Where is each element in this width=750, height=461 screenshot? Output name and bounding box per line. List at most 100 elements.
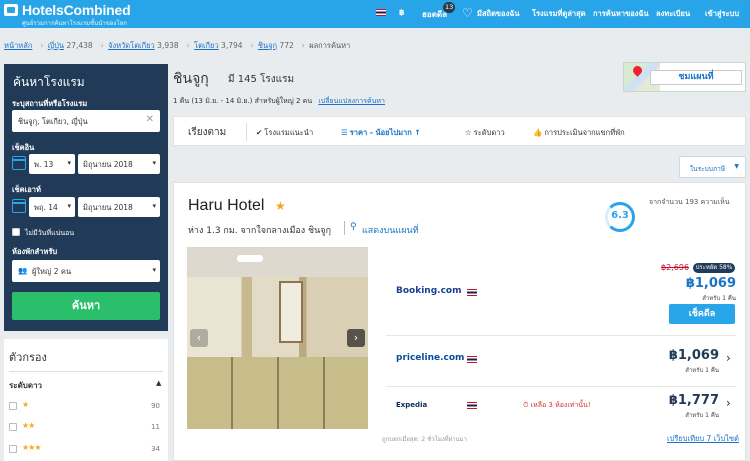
no-dates-checkbox[interactable] — [12, 228, 20, 236]
star-icon: ★★★ — [22, 443, 41, 452]
logo-icon[interactable] — [4, 4, 18, 16]
view-map-button[interactable]: ชมแผนที่ — [623, 62, 746, 92]
star-icon: ★ — [22, 400, 29, 409]
heart-icon[interactable]: ♡ — [462, 6, 473, 20]
filter-count: 11 — [151, 423, 160, 431]
breadcrumb-link[interactable]: ชินจูกุ — [258, 41, 277, 50]
filter-checkbox[interactable] — [9, 402, 17, 410]
checkin-label: เช็คอิน — [12, 143, 35, 152]
sort-stars[interactable]: ☆ ระดับดาว — [465, 127, 505, 139]
sort-icon: ☰ — [341, 128, 348, 137]
vendor-logo: Expedia — [396, 401, 428, 409]
arrow-up-icon: ↑ — [414, 128, 421, 137]
map-pin-icon[interactable]: ⚲ — [350, 222, 357, 232]
chevron-right-icon[interactable]: › — [726, 351, 731, 365]
sort-guest-rating[interactable]: 👍 การประเมินจากแขกที่พัก — [533, 127, 625, 139]
checkout-label: เช็คเอาท์ — [12, 185, 41, 194]
sort-label: เรียงตาม — [188, 127, 227, 138]
filter-count: 90 — [151, 402, 160, 410]
sort-recommended[interactable]: ✔ โรงแรมแนะนำ — [256, 127, 313, 139]
breadcrumb-count: 3,938 — [157, 41, 179, 50]
chevron-down-icon: ▾ — [67, 202, 71, 210]
register-link[interactable]: ลงทะเบียน — [656, 8, 690, 20]
destination-label: ระบุสถานที่หรือโรงแรม — [12, 99, 88, 108]
deal-price: ฿1,069 — [668, 348, 719, 363]
breadcrumb-link[interactable]: จังหวัดโตเกียว — [108, 41, 155, 50]
discount-badge: ประหยัด 58% — [693, 263, 735, 273]
breadcrumb-link[interactable]: โตเกียว — [194, 41, 219, 50]
per-night-label: สำหรับ 1 คืน — [702, 295, 736, 302]
top-bar: HotelsCombined ศูนย์รวมการค้นหาโรงแรมชั้… — [0, 0, 750, 28]
currency-selector[interactable]: ฿ — [399, 8, 405, 17]
guests-select[interactable]: 👥 ผู้ใหญ่ 2 คน ▾ — [12, 260, 160, 282]
thai-flag-icon — [467, 289, 477, 296]
clock-icon: ⏱ — [523, 401, 529, 409]
breadcrumb-count: 27,438 — [66, 41, 93, 50]
login-link[interactable]: เข้าสู่ระบบ — [705, 8, 739, 20]
search-button[interactable]: ค้นหา — [12, 292, 160, 320]
vendor-logo: priceline.com — [396, 353, 465, 363]
caret-up-icon[interactable]: ▲ — [156, 379, 161, 387]
search-summary: 1 คืน (13 มิ.ย. - 14 มิ.ย.) สำหรับผู้ใหญ… — [173, 97, 385, 105]
per-night-label: สำหรับ 1 คืน — [685, 367, 719, 374]
calendar-icon[interactable] — [12, 199, 26, 213]
breadcrumb-link[interactable]: ญี่ปุ่น — [48, 41, 64, 50]
star-icon: ★★ — [22, 421, 35, 430]
sort-price-asc[interactable]: ☰ ราคา - น้อยไปมาก ↑ — [341, 127, 421, 139]
chevron-down-icon: ▼ — [734, 163, 739, 170]
view-map-label: ชมแผนที่ — [650, 70, 742, 85]
divider — [246, 123, 247, 141]
thai-flag-icon[interactable] — [376, 9, 386, 16]
chevron-down-icon: ▾ — [152, 159, 156, 167]
clear-icon[interactable]: ✕ — [146, 114, 154, 125]
per-night-label: สำหรับ 1 คืน — [685, 412, 719, 419]
breadcrumb: หน้าหลัก › ญี่ปุ่น 27,438 › จังหวัดโตเกียว… — [4, 41, 351, 50]
check-icon: ✔ — [256, 128, 263, 137]
star-icon: ★ — [275, 199, 286, 213]
checkin-day-select[interactable]: พ. 13 ▾ — [29, 154, 75, 174]
logo-tagline: ศูนย์รวมการค้นหาโรงแรมชั้นนำของโลก — [22, 20, 127, 27]
chevron-down-icon: ▾ — [67, 159, 71, 167]
destination-input[interactable]: ชินจูกุ, โตเกียว, ญี่ปุ่น ✕ — [12, 110, 160, 132]
checkout-day-select[interactable]: พฤ. 14 ▾ — [29, 197, 75, 217]
calendar-icon[interactable] — [12, 156, 26, 170]
checkin-month-select[interactable]: มิถุนายน 2018 ▾ — [78, 154, 160, 174]
show-on-map-link[interactable]: แสดงบนแผนที่ — [362, 223, 419, 237]
star-filter-title[interactable]: ระดับดาว — [9, 379, 42, 392]
hotel-photo[interactable]: ‹ › — [187, 247, 368, 429]
breadcrumb-link[interactable]: หน้าหลัก — [4, 41, 32, 50]
hotel-name[interactable]: Haru Hotel — [188, 197, 264, 215]
breadcrumb-count: 772 — [279, 41, 294, 50]
page-title: ชินจูกุ — [173, 71, 209, 87]
hotel-card: Haru Hotel ★ ห่าง 1.3 กม. จากใจกลางเมือง… — [173, 182, 746, 461]
change-search-link[interactable]: เปลี่ยนแปลงการค้นหา — [318, 97, 385, 105]
filters-panel: ตัวกรอง ระดับดาว ▲ ★ 90 ★★ 11 ★★★ 34 — [4, 339, 168, 461]
filter-checkbox[interactable] — [9, 445, 17, 453]
original-price: ฿2,696 — [661, 263, 689, 272]
filter-count: 34 — [151, 445, 160, 453]
guests-label: ห้องพักสำหรับ — [12, 247, 58, 256]
recent-hotels-link[interactable]: โรงแรมที่ดูล่าสุด — [532, 8, 586, 20]
chevron-right-icon[interactable]: › — [726, 396, 731, 410]
destination-value: ชินจูกุ, โตเกียว, ญี่ปุ่น — [18, 117, 88, 126]
search-panel: ค้นหาโรงแรม ระบุสถานที่หรือโรงแรม ชินจูก… — [4, 64, 168, 331]
rating-reviews[interactable]: จากจำนวน 193 ความเห็น — [649, 197, 730, 208]
divider — [344, 221, 345, 235]
compare-sites-link[interactable]: เปรียบเทียบ 7 เว็บไซต์ — [667, 433, 739, 445]
logo[interactable]: HotelsCombined — [22, 2, 131, 18]
deals-count-badge: 13 — [443, 2, 456, 13]
tax-display-dropdown[interactable]: ในระบบภาษี ▼ — [679, 156, 746, 178]
guests-icon: 👥 — [18, 266, 28, 275]
my-searches-link[interactable]: การค้นหาของฉัน — [593, 8, 649, 20]
hotel-distance: ห่าง 1.3 กม. จากใจกลางเมือง ชินจูกุ — [188, 226, 332, 236]
prev-photo-button[interactable]: ‹ — [190, 329, 208, 347]
next-photo-button[interactable]: › — [347, 329, 365, 347]
search-title: ค้นหาโรงแรม — [13, 75, 85, 89]
thumbs-up-icon: 👍 — [533, 128, 543, 137]
favorites-link[interactable]: มีสถิตของฉัน — [477, 8, 519, 20]
checkout-month-select[interactable]: มิถุนายน 2018 ▾ — [78, 197, 160, 217]
view-deal-button[interactable]: เช็คดีล — [669, 304, 735, 324]
divider — [9, 371, 163, 372]
filter-checkbox[interactable] — [9, 423, 17, 431]
rooms-left-warning: ⏱ เหลือ 3 ห้องเท่านั้น! — [523, 401, 591, 409]
